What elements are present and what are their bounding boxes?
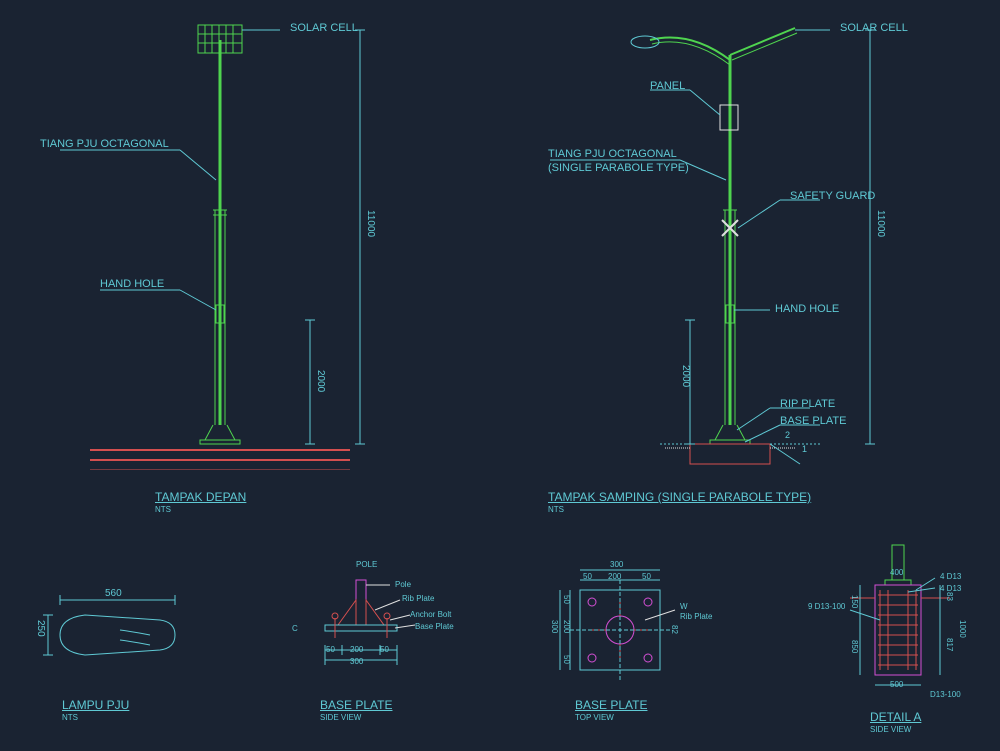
da-83: 83 [945,592,954,601]
bp-rib-label: Rib Plate [402,594,434,603]
da-stirrup: 9 D13-100 [808,602,845,611]
bp-side-title: BASE PLATE [320,698,392,712]
bpt-w-label: W [680,602,688,611]
bp-dim-300: 300 [350,657,363,666]
bp-dim-50a: 50 [326,645,335,654]
slope-2: 2 [785,430,790,440]
base-plate-label: BASE PLATE [780,415,846,427]
bpt-rib-label: Rib Plate [680,612,712,621]
solar-cell-label: SOLAR CELL [290,22,358,34]
bpt-200-l: 200 [562,620,571,633]
lampu-dim-h: 250 [35,620,46,637]
tiang-label-2a: TIANG PJU OCTAGONAL [548,148,677,160]
hand-hole-label: HAND HOLE [100,278,164,290]
lampu-dim-w: 560 [105,588,122,599]
da-spacing: D13-100 [930,690,961,699]
slope-1: 1 [802,444,807,454]
lampu-title: LAMPU PJU [62,698,129,712]
bp-base-label: Base Plate [415,622,454,631]
bpt-200-t: 200 [608,572,621,581]
da-bar1: 4 D13 [940,572,961,581]
bpt-50-l1: 50 [562,595,571,604]
solar-cell-label-2: SOLAR CELL [840,22,908,34]
da-500: 500 [890,680,903,689]
bpt-50-t1: 50 [583,572,592,581]
bpt-82: 82 [670,625,679,634]
panel-label: PANEL [650,80,685,92]
da-bar2: 4 D13 [940,584,961,593]
detail-a-title: DETAIL A [870,710,921,724]
bpt-300-l: 300 [550,620,559,633]
front-view-drawing [60,10,380,470]
bpt-50-t2: 50 [642,572,651,581]
detail-a-subtitle: SIDE VIEW [870,725,911,734]
dim-11000: 11000 [365,210,376,237]
da-1000: 1000 [958,620,967,638]
bp-dim-200: 200 [350,645,363,654]
lampu-subtitle: NTS [62,713,78,722]
dim-11000-2: 11000 [875,210,886,237]
bpt-300-top: 300 [610,560,623,569]
dim-2000: 2000 [315,370,326,392]
view1-title: TAMPAK DEPAN [155,490,246,504]
da-850: 850 [850,640,859,653]
da-400: 400 [890,568,903,577]
view2-title: TAMPAK SAMPING (SINGLE PARABOLE TYPE) [548,490,811,504]
tiang-label: TIANG PJU OCTAGONAL [40,138,169,150]
bp-top-subtitle: TOP VIEW [575,713,614,722]
safety-guard-label: SAFETY GUARD [790,190,875,202]
bp-dim-50b: 50 [380,645,389,654]
bp-c-label: C [292,624,298,633]
bp-pole-label: POLE [356,560,377,569]
view1-subtitle: NTS [155,505,171,514]
view2-subtitle: NTS [548,505,564,514]
bp-anchor-label: Anchor Bolt [410,610,451,619]
bp-top-title: BASE PLATE [575,698,647,712]
bp-side-subtitle: SIDE VIEW [320,713,361,722]
da-817: 817 [945,638,954,651]
bp-pole2-label: Pole [395,580,411,589]
hand-hole-label-2: HAND HOLE [775,303,839,315]
da-150: 150 [850,595,859,608]
rip-plate-label: RIP PLATE [780,398,835,410]
side-view-drawing [540,10,900,470]
bpt-50-l2: 50 [562,655,571,664]
tiang-label-2b: (SINGLE PARABOLE TYPE) [548,162,689,174]
dim-2000-2: 2000 [680,365,691,387]
